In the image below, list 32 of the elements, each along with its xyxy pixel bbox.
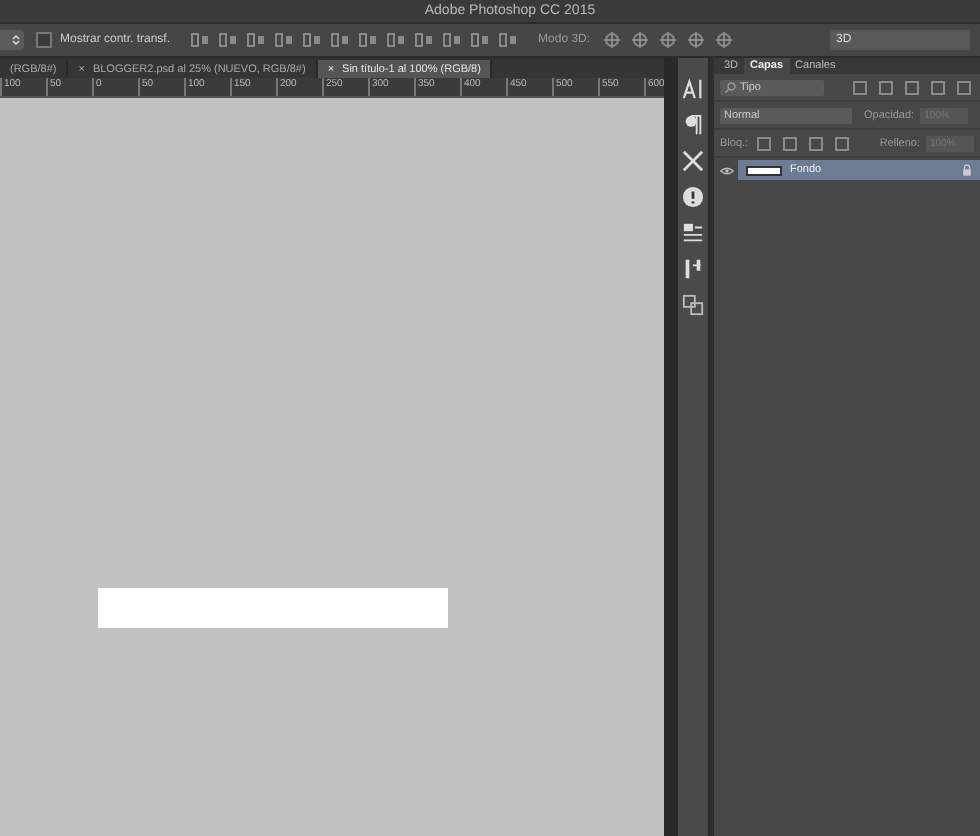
align-icon[interactable] — [246, 32, 267, 48]
3d-tool-icon[interactable] — [602, 32, 623, 48]
clone-icon[interactable] — [682, 294, 705, 316]
paragraph-icon[interactable] — [682, 114, 705, 136]
lock-option-icon[interactable] — [832, 135, 853, 151]
lock-option-icon[interactable] — [754, 135, 775, 151]
lock-option-icon[interactable] — [806, 135, 827, 151]
properties-icon[interactable] — [682, 222, 705, 244]
align-icon[interactable] — [386, 32, 407, 48]
align-icon[interactable] — [274, 32, 295, 48]
info-icon[interactable] — [682, 186, 705, 208]
align-icon[interactable] — [498, 32, 519, 48]
3d-tool-icon[interactable] — [658, 32, 679, 48]
stepper-caret-icon — [12, 34, 20, 46]
text-icon[interactable] — [682, 78, 705, 100]
align-icon[interactable] — [414, 32, 435, 48]
align-icon[interactable] — [442, 32, 463, 48]
align-icon[interactable] — [190, 32, 211, 48]
tool-preset-dropdown[interactable] — [0, 30, 24, 50]
3d-tool-icon[interactable] — [630, 32, 651, 48]
align-icon[interactable] — [302, 32, 323, 48]
align-icon[interactable] — [358, 32, 379, 48]
align-icon[interactable] — [218, 32, 239, 48]
align-icon[interactable] — [470, 32, 491, 48]
3d-tool-icon[interactable] — [714, 32, 735, 48]
search-icon — [724, 81, 736, 93]
3d-tool-icon[interactable] — [686, 32, 707, 48]
layer-thumbnail — [746, 165, 782, 175]
align-icon[interactable] — [330, 32, 351, 48]
checkbox[interactable] — [36, 32, 52, 48]
lock-option-icon[interactable] — [780, 135, 801, 151]
eye-icon[interactable] — [719, 165, 733, 175]
